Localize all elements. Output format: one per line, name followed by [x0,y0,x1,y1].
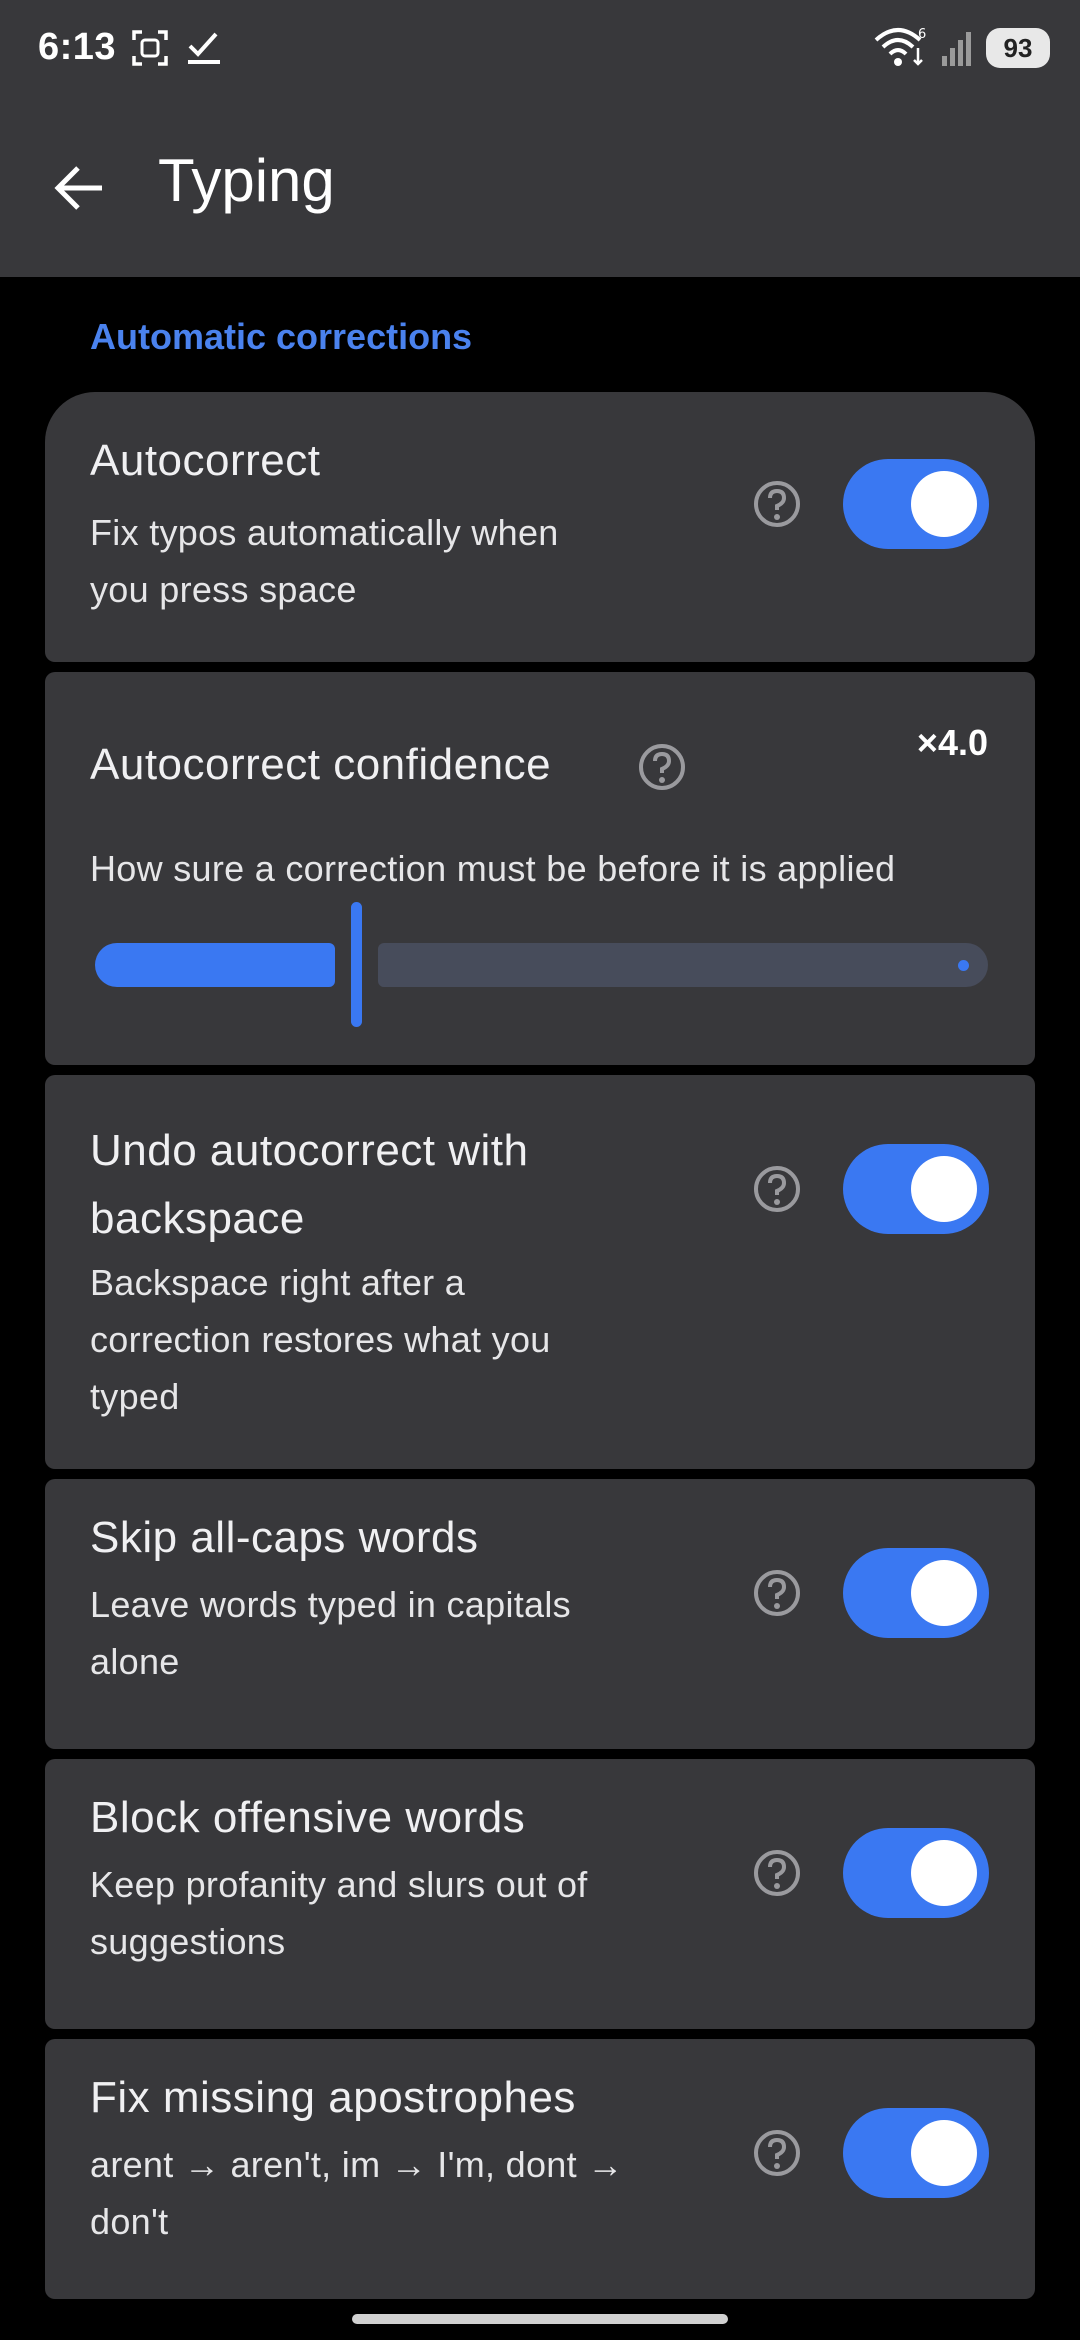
setting-title: backspace [90,1194,305,1243]
setting-description-line: don't [90,2201,169,2242]
status-bar: 6:13 6 93 [0,0,1080,100]
signal-icon [942,32,971,66]
help-icon[interactable] [752,1568,802,1618]
status-time: 6:13 [38,26,117,68]
setting-description: How sure a correction must be before it … [90,848,896,889]
setting-description-line: typed [90,1376,180,1417]
setting-description-line: alone [90,1641,180,1682]
slider-end-stop [958,960,969,971]
battery-level: 93 [1003,32,1033,63]
slider-track-inactive[interactable] [378,943,988,987]
wifi-badge: 6 [918,27,926,42]
setting-description-line: suggestions [90,1921,286,1962]
undo-autocorrect-toggle[interactable] [843,1144,989,1234]
status-right-icons: 6 93 [874,26,1050,70]
setting-title: Autocorrect [90,436,321,485]
toggle-knob [911,2120,977,2186]
arrow-back-icon [54,166,102,210]
setting-title: Fix missing apostrophes [90,2073,576,2122]
page-title: Typing [158,147,335,214]
toggle-knob [911,1156,977,1222]
block-offensive-words-toggle[interactable] [843,1828,989,1918]
confidence-value: ×4.0 [916,722,988,763]
app-bar: Typing [0,100,1080,277]
setting-title: Skip all-caps words [90,1513,479,1562]
toggle-knob [911,1560,977,1626]
setting-description-line: Fix typos automatically when [90,512,559,553]
confidence-slider-thumb[interactable] [351,902,362,1027]
setting-title: Autocorrect confidence [90,740,552,789]
setting-description-line: arent → aren't, im → I'm, dont → [90,2144,624,2185]
wifi-icon: 6 [874,27,926,66]
toggle-knob [911,1840,977,1906]
setting-autocorrect[interactable]: Autocorrect Fix typos automatically when… [45,392,1035,662]
gesture-nav-handle[interactable] [352,2314,728,2324]
screenshot-icon [132,30,168,66]
help-icon[interactable] [637,742,687,792]
setting-autocorrect-confidence: Autocorrect confidence ×4.0 How sure a c… [45,672,1035,1065]
back-button[interactable] [42,150,118,226]
skip-all-caps-toggle[interactable] [843,1548,989,1638]
slider-track-active[interactable] [95,943,335,987]
setting-description-line: Leave words typed in capitals [90,1584,571,1625]
help-icon[interactable] [752,2128,802,2178]
task-done-icon [188,32,220,64]
status-notification-icons [130,28,224,68]
fix-missing-apostrophes-toggle[interactable] [843,2108,989,2198]
setting-description-line: correction restores what you [90,1319,551,1360]
setting-description-line: you press space [90,569,357,610]
setting-description-line: Keep profanity and slurs out of [90,1864,588,1905]
autocorrect-toggle[interactable] [843,459,989,549]
help-icon[interactable] [752,1164,802,1214]
battery-indicator: 93 [986,28,1050,68]
setting-description-line: Backspace right after a [90,1262,466,1303]
setting-block-offensive-words[interactable]: Block offensive words Keep profanity and… [45,1759,1035,2029]
setting-undo-autocorrect[interactable]: Undo autocorrect with backspace Backspac… [45,1075,1035,1469]
setting-title: Undo autocorrect with [90,1126,529,1175]
help-icon[interactable] [752,1848,802,1898]
section-header-automatic-corrections: Automatic corrections [90,316,473,357]
setting-fix-missing-apostrophes[interactable]: Fix missing apostrophes arent → aren't, … [45,2039,1035,2299]
setting-title: Block offensive words [90,1793,526,1842]
setting-skip-all-caps[interactable]: Skip all-caps words Leave words typed in… [45,1479,1035,1749]
toggle-knob [911,471,977,537]
help-icon[interactable] [752,479,802,529]
